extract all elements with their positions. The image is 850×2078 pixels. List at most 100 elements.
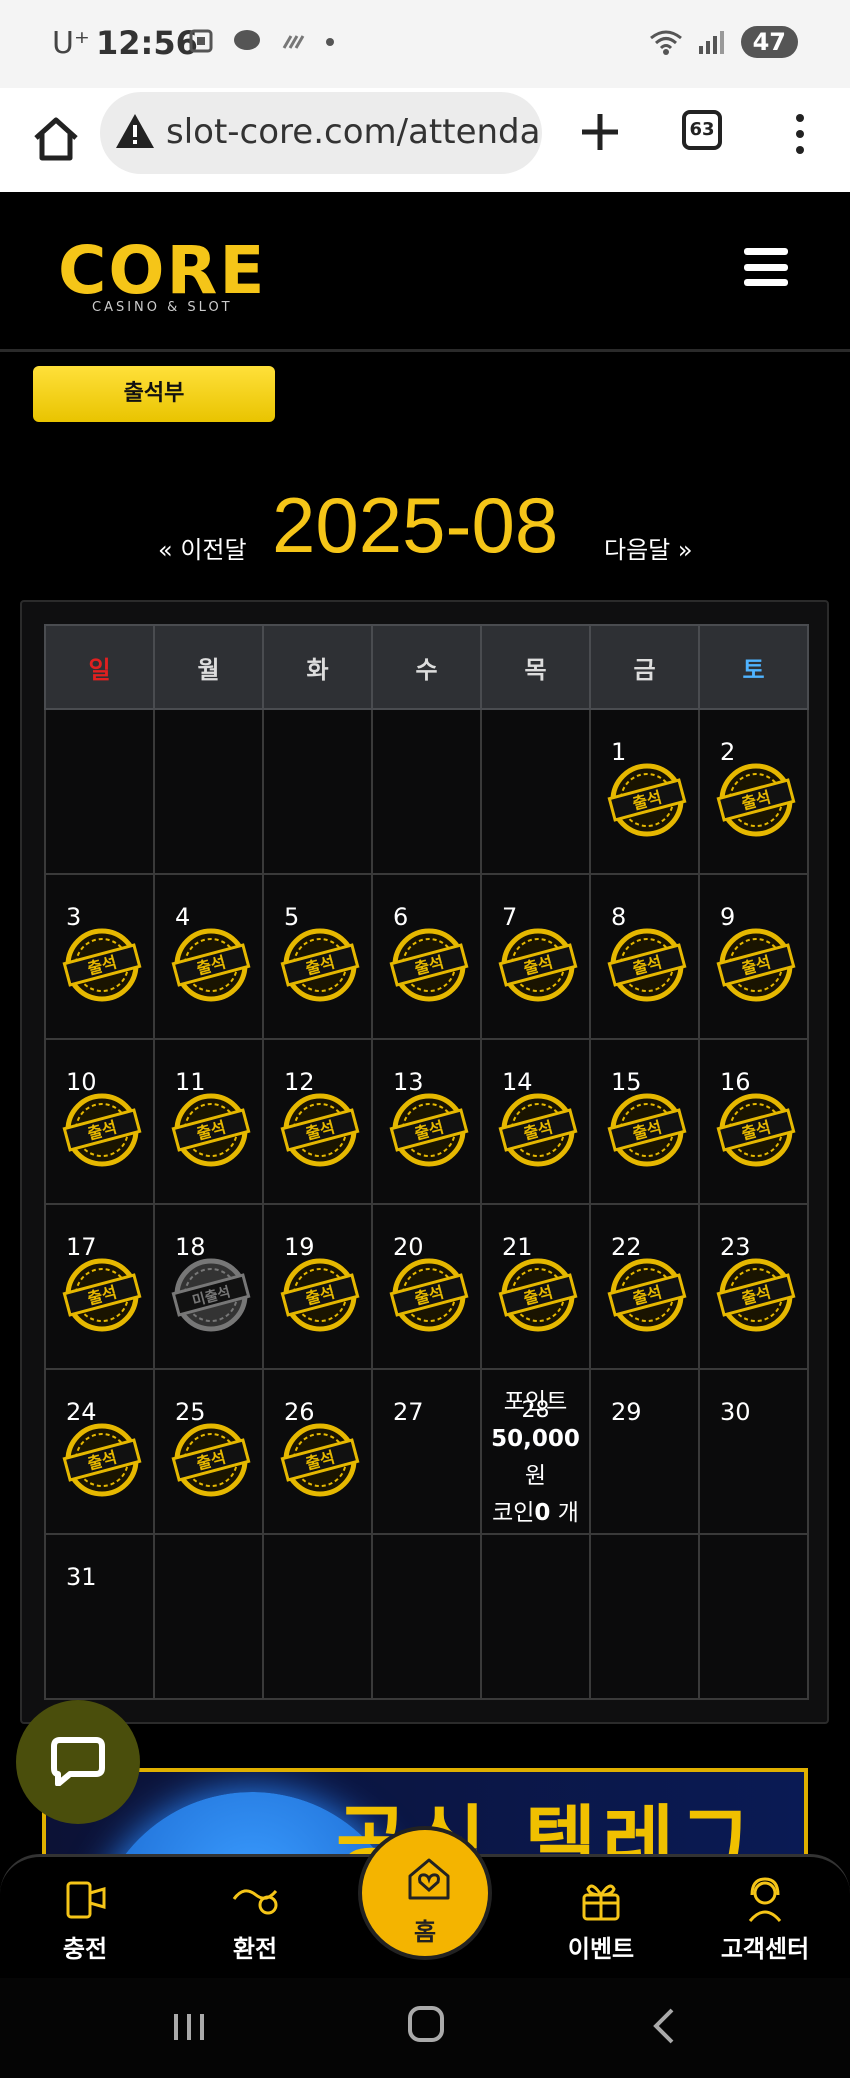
url-text[interactable]: slot-core.com/attenda xyxy=(166,112,540,152)
nav-exchange[interactable]: 환전 xyxy=(190,1877,320,1964)
calendar-day-16[interactable]: 16 출석 xyxy=(698,1038,809,1205)
address-bar[interactable]: slot-core.com/attenda xyxy=(100,92,542,174)
calendar-empty-cell xyxy=(371,708,482,875)
calendar-empty-cell xyxy=(698,1533,809,1700)
attended-stamp-icon: 출석 xyxy=(607,763,687,837)
calendar-day-24[interactable]: 24 출석 xyxy=(44,1368,155,1535)
home-icon[interactable] xyxy=(28,110,84,166)
calendar-day-8[interactable]: 8 출석 xyxy=(589,873,700,1040)
calendar-day-5[interactable]: 5 출석 xyxy=(262,873,373,1040)
nav-home-button[interactable]: 홈 xyxy=(358,1826,492,1960)
nav-home-label: 홈 xyxy=(413,1918,437,1946)
attended-stamp-icon: 출석 xyxy=(607,928,687,1002)
dot-icon xyxy=(325,38,334,46)
point-amount: 50,000 xyxy=(491,1426,580,1452)
attended-stamp-icon: 출석 xyxy=(62,1093,142,1167)
current-month: 2025-08 xyxy=(272,481,559,569)
weekday-thu: 목 xyxy=(480,624,591,710)
site-header: CORE CASINO & SLOT xyxy=(0,192,850,352)
attended-stamp-icon: 출석 xyxy=(716,1093,796,1167)
warning-icon[interactable] xyxy=(114,110,156,152)
calendar-day-11[interactable]: 11 출석 xyxy=(153,1038,264,1205)
calendar-week-row: 24 출석 25 출석 26 출석 27 28 포인트 50,000 원 코인0 개 29 30 xyxy=(44,1368,809,1535)
attended-stamp-icon: 출석 xyxy=(280,1093,360,1167)
system-navigation-bar xyxy=(0,1978,850,2078)
system-home-icon[interactable] xyxy=(408,2006,444,2042)
calendar-day-28[interactable]: 28 포인트 50,000 원 코인0 개 xyxy=(480,1368,591,1535)
attended-stamp-icon: 출석 xyxy=(171,1423,251,1497)
nav-exchange-label: 환전 xyxy=(232,1935,278,1963)
attendance-button[interactable]: 출석부 xyxy=(33,366,275,422)
calendar-week-row: 31 xyxy=(44,1533,809,1700)
chat-icon xyxy=(234,30,261,50)
weekday-sun: 일 xyxy=(44,624,155,710)
tab-switcher-button[interactable]: 63 xyxy=(682,110,722,150)
calendar-day-3[interactable]: 3 출석 xyxy=(44,873,155,1040)
prev-month-link[interactable]: « 이전달 xyxy=(158,530,247,565)
calendar-day-7[interactable]: 7 출석 xyxy=(480,873,591,1040)
site-logo[interactable]: CORE CASINO & SLOT xyxy=(58,238,266,316)
attended-stamp-icon: 출석 xyxy=(607,1258,687,1332)
calendar-day-2[interactable]: 2 출석 xyxy=(698,708,809,875)
weekday-tue: 화 xyxy=(262,624,373,710)
calendar-day-21[interactable]: 21 출석 xyxy=(480,1203,591,1370)
attended-stamp-icon: 출석 xyxy=(716,928,796,1002)
calendar-day-27[interactable]: 27 xyxy=(371,1368,482,1535)
exchange-icon xyxy=(232,1889,278,1915)
attended-stamp-icon: 출석 xyxy=(389,1093,469,1167)
charge-icon xyxy=(66,1881,106,1919)
coin-info: 코인0 개 xyxy=(492,1500,579,1526)
calendar-day-31[interactable]: 31 xyxy=(44,1533,155,1700)
attended-stamp-icon: 출석 xyxy=(716,763,796,837)
next-month-link[interactable]: 다음달 » xyxy=(604,530,693,565)
support-agent-icon xyxy=(748,1877,782,1922)
calendar-empty-cell xyxy=(44,708,155,875)
calendar-day-19[interactable]: 19 출석 xyxy=(262,1203,373,1370)
calendar-day-26[interactable]: 26 출석 xyxy=(262,1368,373,1535)
calendar-day-20[interactable]: 20 출석 xyxy=(371,1203,482,1370)
recents-icon[interactable] xyxy=(172,2012,206,2042)
calendar-day-15[interactable]: 15 출석 xyxy=(589,1038,700,1205)
calendar-day-6[interactable]: 6 출석 xyxy=(371,873,482,1040)
carrier-label: U⁺ xyxy=(52,26,90,61)
calendar-day-14[interactable]: 14 출석 xyxy=(480,1038,591,1205)
attended-stamp-icon: 출석 xyxy=(280,928,360,1002)
month-navigation: « 이전달 2025-08 다음달 » xyxy=(0,470,850,580)
weekday-wed: 수 xyxy=(371,624,482,710)
calendar-day-10[interactable]: 10 출석 xyxy=(44,1038,155,1205)
nav-charge[interactable]: 충전 xyxy=(20,1877,150,1964)
battery-indicator: 47 xyxy=(740,26,798,58)
calendar-day-23[interactable]: 23 출석 xyxy=(698,1203,809,1370)
calendar-day-30[interactable]: 30 xyxy=(698,1368,809,1535)
hamburger-menu-icon[interactable] xyxy=(744,248,788,286)
back-icon[interactable] xyxy=(652,2008,676,2044)
calendar-day-18[interactable]: 18 미출석 xyxy=(153,1203,264,1370)
calendar-day-1[interactable]: 1 출석 xyxy=(589,708,700,875)
nav-support-label: 고객센터 xyxy=(720,1935,810,1963)
calendar-day-17[interactable]: 17 출석 xyxy=(44,1203,155,1370)
attended-stamp-icon: 출석 xyxy=(607,1093,687,1167)
calendar-day-25[interactable]: 25 출석 xyxy=(153,1368,264,1535)
more-menu-icon[interactable] xyxy=(792,112,808,156)
calendar-day-12[interactable]: 12 출석 xyxy=(262,1038,373,1205)
calendar-day-22[interactable]: 22 출석 xyxy=(589,1203,700,1370)
browser-toolbar: slot-core.com/attenda 63 xyxy=(0,88,850,192)
attended-stamp-icon: 출석 xyxy=(62,928,142,1002)
calendar-empty-cell xyxy=(480,1533,591,1700)
calendar-day-4[interactable]: 4 출석 xyxy=(153,873,264,1040)
calendar-week-row: 1 출석 2 출석 xyxy=(44,708,809,875)
attended-stamp-icon: 출석 xyxy=(171,928,251,1002)
attended-stamp-icon: 출석 xyxy=(62,1258,142,1332)
calendar-day-9[interactable]: 9 출석 xyxy=(698,873,809,1040)
calendar-day-29[interactable]: 29 xyxy=(589,1368,700,1535)
calendar-empty-cell xyxy=(153,1533,264,1700)
notification-icons xyxy=(188,28,335,61)
nav-support[interactable]: 고객센터 xyxy=(700,1877,830,1964)
live-chat-button[interactable] xyxy=(16,1700,140,1824)
signal-icon xyxy=(698,31,724,54)
calendar-empty-cell xyxy=(589,1533,700,1700)
new-tab-icon[interactable] xyxy=(578,110,622,154)
nav-event[interactable]: 이벤트 xyxy=(536,1877,666,1964)
calendar-day-13[interactable]: 13 출석 xyxy=(371,1038,482,1205)
day-number: 27 xyxy=(393,1398,424,1426)
